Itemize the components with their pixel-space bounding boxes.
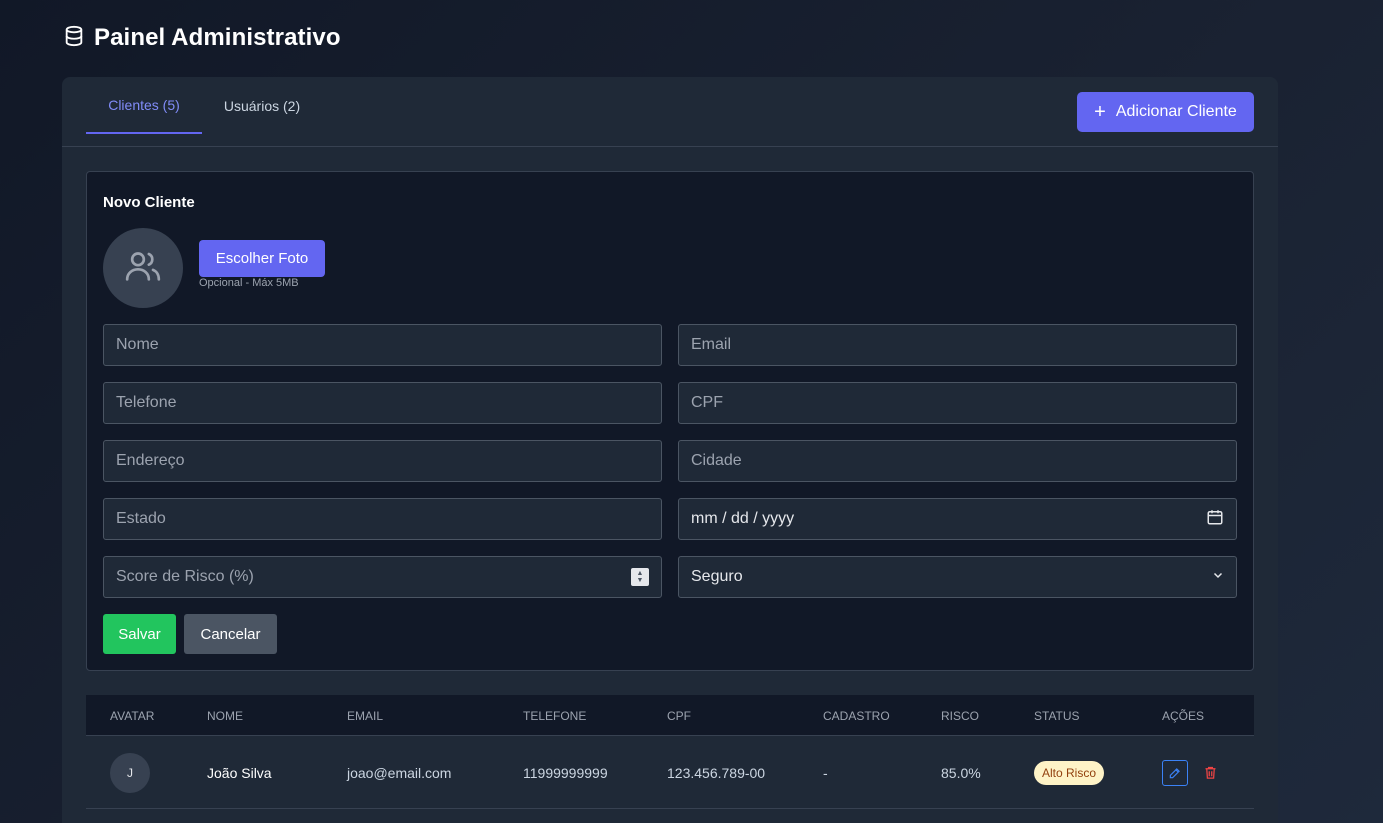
risk-score-field[interactable]: Score de Risco (%) ▲ ▼ bbox=[103, 556, 662, 598]
state-field[interactable]: Estado bbox=[103, 498, 662, 540]
column-header: Status bbox=[1034, 708, 1080, 723]
column-header: CPF bbox=[667, 708, 691, 723]
page-title: Painel Administrativo bbox=[94, 24, 341, 51]
city-field[interactable]: Cidade bbox=[678, 440, 1237, 482]
users-icon bbox=[123, 246, 163, 291]
status-select[interactable]: Seguro bbox=[678, 556, 1237, 598]
column-header: Telefone bbox=[523, 708, 587, 723]
table-header: Avatar Nome Email Telefone CPF Cadastro … bbox=[86, 695, 1254, 736]
trash-icon[interactable] bbox=[1200, 763, 1220, 783]
client-name: João Silva bbox=[207, 764, 272, 781]
status-badge: Alto Risco bbox=[1034, 760, 1105, 785]
client-email: joao@email.com bbox=[347, 764, 452, 781]
column-header: Cadastro bbox=[823, 708, 890, 723]
cpf-field[interactable]: CPF bbox=[678, 382, 1237, 424]
column-header: Avatar bbox=[110, 708, 155, 723]
chevron-down-icon bbox=[1212, 568, 1224, 586]
tabs-bar: Clientes (5) Usuários (2) + Adicionar Cl… bbox=[62, 77, 1278, 147]
new-client-form: Novo Cliente Escolher Foto Opcional - Má… bbox=[86, 171, 1254, 671]
database-icon bbox=[63, 25, 85, 52]
save-button[interactable]: Salvar bbox=[103, 614, 176, 654]
photo-hint: Opcional - Máx 5MB bbox=[199, 277, 299, 289]
add-client-button[interactable]: + Adicionar Cliente bbox=[1077, 92, 1254, 132]
email-field[interactable]: Email bbox=[678, 324, 1237, 366]
client-created: - bbox=[823, 764, 828, 781]
client-phone: 11999999999 bbox=[523, 764, 608, 781]
table-row: J João Silva joao@email.com 11999999999 … bbox=[86, 736, 1254, 809]
column-header: Ações bbox=[1162, 708, 1205, 723]
column-header: Email bbox=[347, 708, 384, 723]
client-cpf: 123.456.789-00 bbox=[667, 764, 766, 781]
calendar-icon[interactable] bbox=[1206, 508, 1224, 531]
phone-field[interactable]: Telefone bbox=[103, 382, 662, 424]
client-risk: 85.0% bbox=[941, 764, 981, 781]
edit-icon[interactable] bbox=[1162, 759, 1188, 786]
tab-clientes[interactable]: Clientes (5) bbox=[86, 77, 202, 134]
stepper-icon[interactable]: ▲ ▼ bbox=[631, 568, 649, 586]
avatar: J bbox=[110, 752, 150, 793]
row-actions bbox=[1162, 736, 1220, 809]
clients-table: Avatar Nome Email Telefone CPF Cadastro … bbox=[86, 695, 1254, 809]
tab-usuarios[interactable]: Usuários (2) bbox=[212, 77, 312, 134]
page-header: Painel Administrativo bbox=[63, 24, 341, 52]
name-field[interactable]: Nome bbox=[103, 324, 662, 366]
add-client-label: Adicionar Cliente bbox=[1115, 103, 1237, 120]
date-field[interactable]: mm / dd / yyyy bbox=[678, 498, 1237, 540]
cancel-button[interactable]: Cancelar bbox=[184, 614, 277, 654]
form-title: Novo Cliente bbox=[103, 194, 195, 211]
address-field[interactable]: Endereço bbox=[103, 440, 662, 482]
column-header: Nome bbox=[207, 708, 243, 723]
main-card: Clientes (5) Usuários (2) + Adicionar Cl… bbox=[62, 77, 1278, 823]
choose-photo-button[interactable]: Escolher Foto bbox=[199, 240, 325, 277]
plus-icon: + bbox=[1094, 101, 1106, 123]
column-header: Risco bbox=[941, 708, 980, 723]
photo-preview bbox=[103, 228, 183, 308]
